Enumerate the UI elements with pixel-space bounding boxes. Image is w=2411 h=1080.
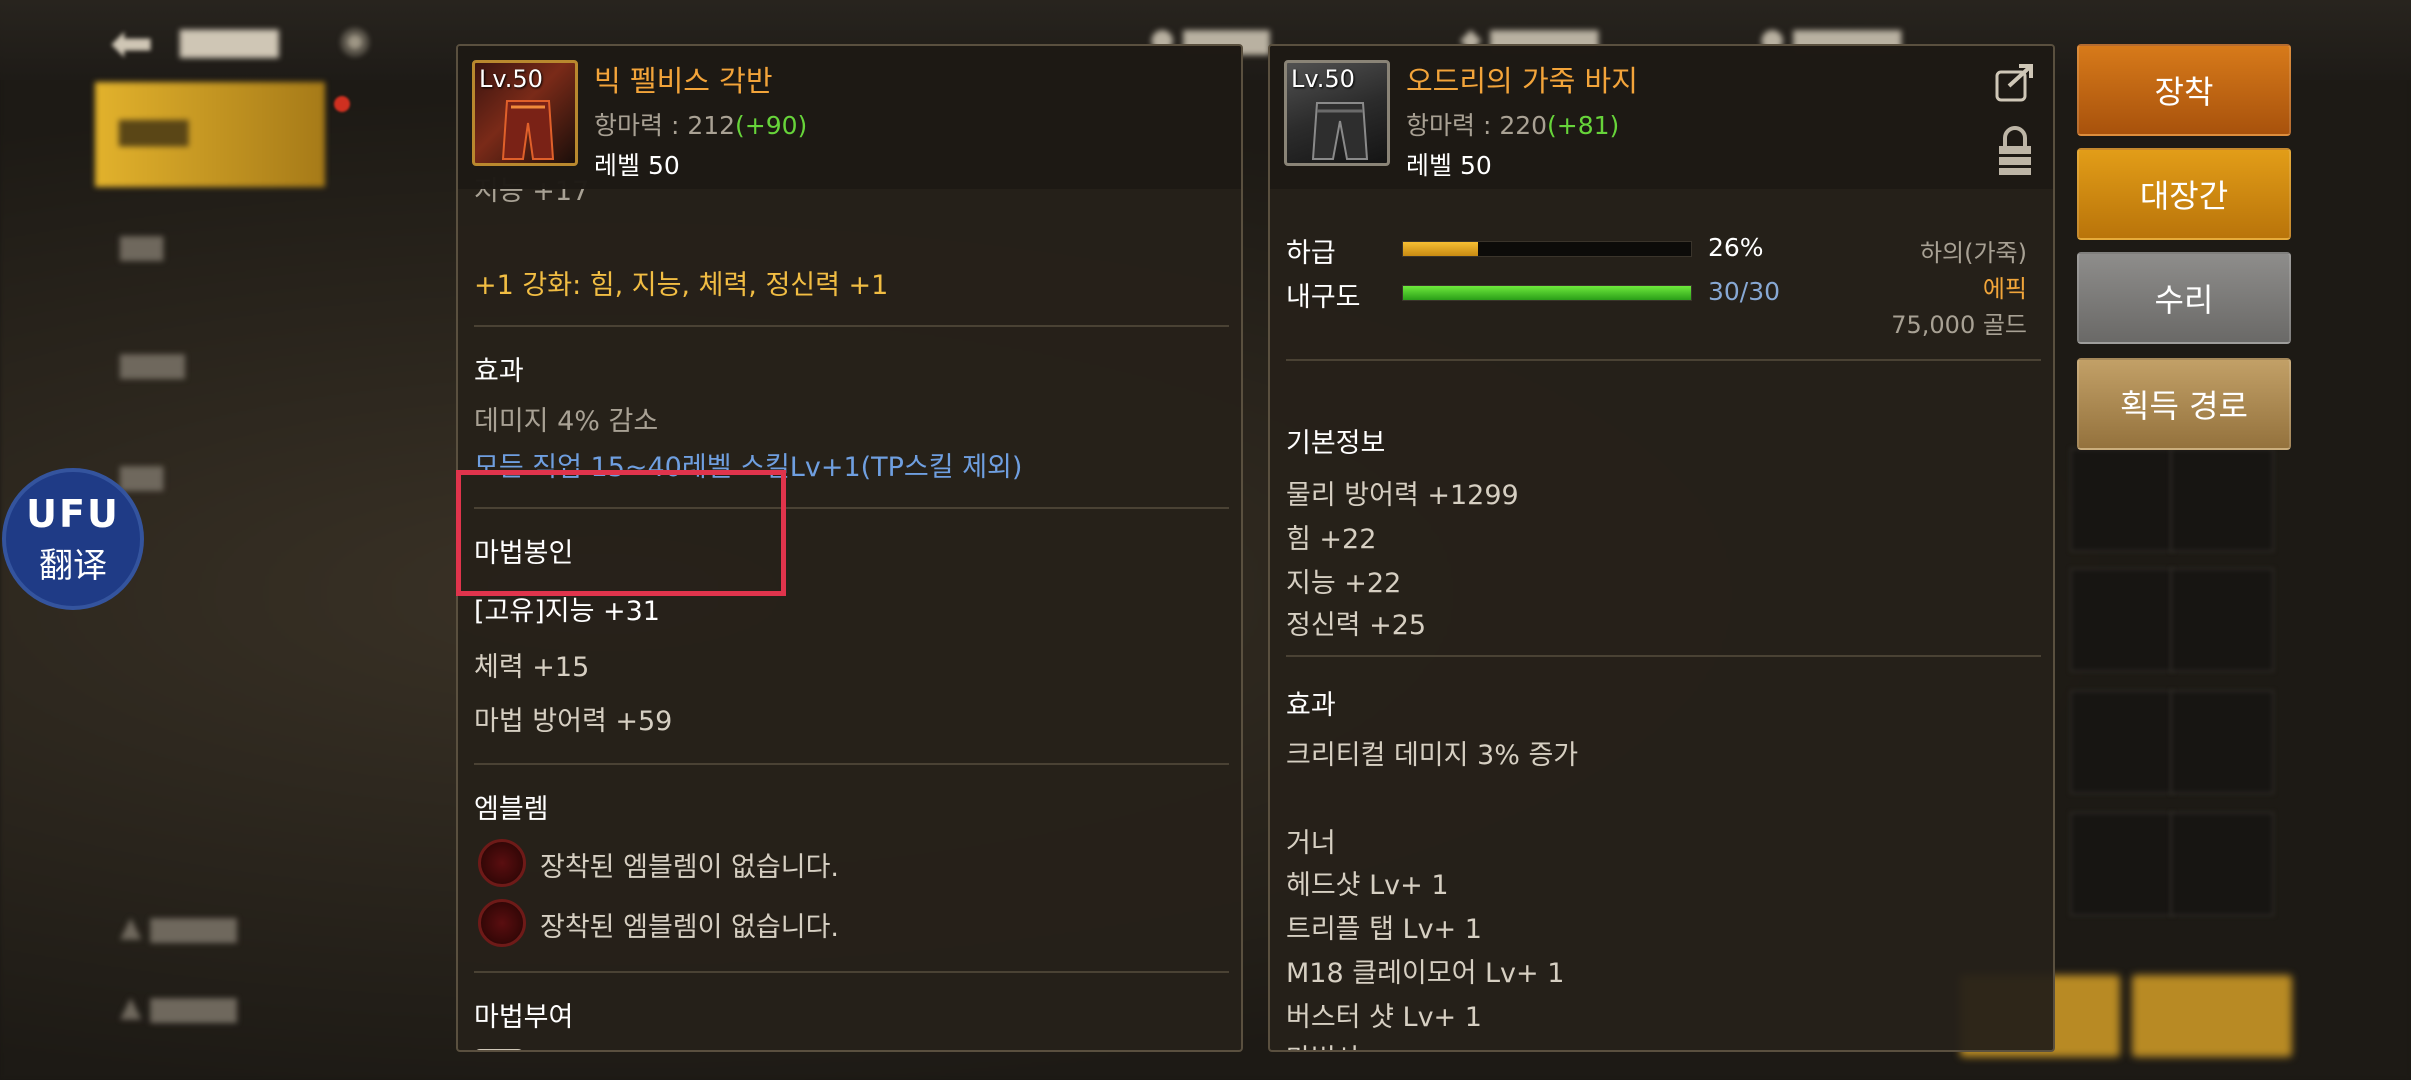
inventory-slot[interactable] (2070, 690, 2174, 794)
enchant-slot-icon (474, 1049, 524, 1050)
seal-line-3: 마법 방어력 +59 (474, 706, 673, 737)
durability-value: 30/30 (1708, 277, 1781, 306)
item-stat: 항마력 : 220(+81) (1406, 106, 1619, 142)
effect-title: 효과 (474, 356, 524, 387)
translate-logo: UFU (26, 491, 120, 536)
right-item-header: Lv.50 오드리의 가죽 바지 항마력 : 220(+81) 레벨 50 (1270, 46, 2053, 189)
skill-line-2: 트리플 탭 Lv+ 1 (1286, 914, 1482, 945)
back-arrow-icon[interactable]: ⬅ (110, 14, 154, 74)
thumb-level: Lv.50 (1291, 65, 1355, 93)
stat-bonus: (+90) (735, 111, 808, 140)
repair-button[interactable]: 수리 (2077, 252, 2291, 344)
class-title: 거너 (1286, 828, 1336, 859)
lock-icon[interactable] (1995, 124, 2035, 176)
stat-label: 항마력 : 220 (1406, 111, 1548, 140)
thumb-level: Lv.50 (479, 65, 543, 93)
divider (1286, 359, 2041, 361)
basic-info-title: 기본정보 (1286, 428, 1386, 459)
inventory-slot[interactable] (2070, 448, 2174, 552)
stat-bonus: (+81) (1547, 111, 1620, 140)
divider (474, 325, 1229, 327)
divider (474, 971, 1229, 973)
left-item-header: Lv.50 빅 펠비스 각반 항마력 : 212(+90) 레벨 50 (458, 46, 1241, 189)
share-icon[interactable] (1993, 60, 2037, 104)
skill-line-3: M18 클레이모어 Lv+ 1 (1286, 958, 1565, 989)
effect-line-1: 데미지 4% 감소 (474, 406, 659, 437)
translate-label: 翻译 (39, 545, 107, 586)
skill-line-4: 버스터 샷 Lv+ 1 (1286, 1002, 1482, 1033)
item-tooltip-right: Lv.50 오드리의 가죽 바지 항마력 : 220(+81) 레벨 50 하급… (1268, 44, 2055, 1052)
basic-stat-2: 힘 +22 (1286, 524, 1377, 555)
slot-type: 하의(가죽) (1919, 239, 2027, 267)
emblem-title: 엠블렘 (474, 794, 549, 825)
acquire-route-button[interactable]: 획득 경로 (2077, 358, 2291, 450)
equip-button[interactable]: 장착 (2077, 44, 2291, 136)
sidebar-item-blurred-6[interactable]: ▲ ▆▆▆▆ (120, 990, 237, 1023)
item-name: 빅 펠비스 각반 (594, 64, 773, 98)
enchant-title: 마법부여 (474, 1002, 574, 1033)
enhance-line: +1 강화: 힘, 지능, 체력, 정신력 +1 (474, 270, 889, 301)
sidebar-item-blurred-5[interactable]: ▲ ▆▆▆▆ (120, 910, 237, 943)
notification-dot (334, 96, 350, 112)
effect-line-1: 크리티컬 데미지 3% 증가 (1286, 740, 1579, 771)
eye-icon[interactable]: ◉ (340, 20, 370, 60)
bottom-button-blurred-2[interactable] (2132, 975, 2292, 1057)
stat-label: 항마력 : 212 (594, 111, 736, 140)
inventory-slot[interactable] (2170, 568, 2274, 672)
divider (474, 763, 1229, 765)
inventory-slot[interactable] (2070, 568, 2174, 672)
inventory-title-blurred: ▆▆▆▆ (180, 20, 279, 58)
emblem-slot-icon[interactable] (478, 839, 526, 887)
effect-title: 효과 (1286, 690, 1336, 721)
leggings-icon (501, 100, 555, 160)
grade-label: 하급 (1286, 238, 1336, 269)
item-stat: 항마력 : 212(+90) (594, 106, 807, 142)
pants-icon (1311, 102, 1369, 160)
inventory-slot[interactable] (2170, 812, 2274, 916)
durability-bar-fill (1403, 286, 1691, 300)
basic-stat-3: 지능 +22 (1286, 568, 1402, 599)
inventory-slot[interactable] (2170, 690, 2274, 794)
seal-line-2: 체력 +15 (474, 652, 590, 683)
rarity: 에픽 (1982, 275, 2027, 303)
sidebar-item-blurred-3[interactable]: ▆▆▆ (120, 346, 185, 379)
inventory-slot[interactable] (2170, 448, 2274, 552)
basic-stat-4: 정신력 +25 (1286, 610, 1427, 641)
item-name: 오드리의 가죽 바지 (1406, 64, 1638, 98)
item-thumbnail: Lv.50 (472, 60, 578, 166)
durability-label: 내구도 (1286, 282, 1361, 313)
item-level: 레벨 50 (594, 151, 680, 180)
emblem-empty-text-1: 장착된 엠블렘이 없습니다. (540, 852, 839, 883)
class-title-2: 마법사 (1286, 1037, 1361, 1050)
forge-button[interactable]: 대장간 (2077, 148, 2291, 240)
item-thumbnail: Lv.50 (1284, 60, 1390, 166)
item-level: 레벨 50 (1406, 151, 1492, 180)
basic-stat-1: 물리 방어력 +1299 (1286, 480, 1519, 511)
durability-bar (1402, 285, 1692, 301)
price: 75,000 골드 (1891, 311, 2027, 339)
emblem-slot-icon[interactable] (478, 899, 526, 947)
grade-bar-fill (1403, 242, 1478, 256)
sidebar-item-blurred-2[interactable]: ▆▆ (120, 228, 163, 261)
sidebar-item-blurred-4[interactable]: ▆▆ (120, 458, 163, 491)
grade-value: 26% (1708, 233, 1764, 262)
skill-line-1: 헤드샷 Lv+ 1 (1286, 870, 1449, 901)
highlight-box (456, 470, 786, 596)
divider (1286, 655, 2041, 657)
inventory-slot[interactable] (2070, 812, 2174, 916)
emblem-empty-text-2: 장착된 엠블렘이 없습니다. (540, 912, 839, 943)
translate-badge[interactable]: UFU 翻译 (2, 468, 144, 610)
sidebar-item-active-blurred[interactable]: ▆▆▆ (95, 82, 325, 187)
grade-bar (1402, 241, 1692, 257)
